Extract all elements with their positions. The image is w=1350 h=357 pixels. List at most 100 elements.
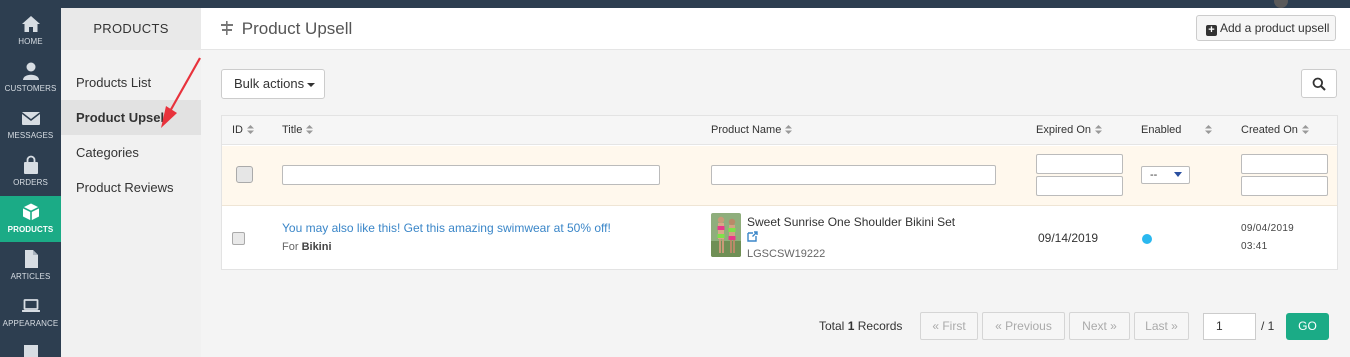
add-product-upsell-button[interactable]: + Add a product upsell (1196, 15, 1336, 41)
column-header-product-name[interactable]: Product Name (711, 124, 793, 136)
sub-nav-item-categories[interactable]: Categories (61, 135, 201, 170)
search-icon (1312, 77, 1326, 91)
column-header-enabled[interactable]: Enabled (1141, 124, 1213, 136)
page-number-input[interactable]: 1 (1203, 313, 1256, 340)
sub-nav-header: PRODUCTS (61, 8, 201, 50)
user-icon (22, 62, 39, 80)
nav-item-label: MESSAGES (7, 131, 54, 140)
column-label: ID (232, 124, 243, 136)
nav-item-customers[interactable]: CUSTOMERS (0, 55, 61, 101)
created-on-date: 09/04/2019 (1241, 223, 1295, 234)
bulk-actions-label: Bulk actions (234, 76, 305, 91)
upsell-table: ID Title Product Name Expired On Enabled… (221, 115, 1338, 270)
previous-page-button[interactable]: « Previous (982, 312, 1065, 340)
product-sku: LGSCSW19222 (747, 248, 826, 260)
total-prefix: Total (819, 319, 845, 333)
file-icon (24, 250, 38, 268)
column-label: Expired On (1036, 124, 1092, 136)
sub-nav-item-products-list[interactable]: Products List (61, 65, 201, 100)
column-label: Title (282, 124, 303, 136)
laptop-icon (21, 299, 40, 312)
enabled-status-dot[interactable] (1142, 234, 1152, 244)
main-nav: HOME CUSTOMERS MESSAGES ORDERS PRODUCTS … (0, 8, 67, 357)
for-value: Bikini (301, 241, 332, 253)
avatar[interactable] (1274, 0, 1288, 8)
sub-nav-item-product-reviews[interactable]: Product Reviews (61, 170, 201, 205)
top-bar (0, 0, 1350, 8)
column-header-id[interactable]: ID (232, 124, 254, 136)
go-button[interactable]: GO (1286, 313, 1329, 340)
nav-item-label: HOME (18, 37, 43, 46)
expired-from-filter-input[interactable] (1036, 154, 1123, 174)
expired-on-value: 09/14/2019 (1038, 231, 1099, 245)
nav-item-appearance[interactable]: APPEARANCE (0, 290, 61, 336)
main-content: Product Upsell + Add a product upsell Bul… (201, 8, 1350, 357)
caret-down-icon (307, 83, 316, 87)
page-title: Product Upsell (221, 19, 352, 39)
column-label: Created On (1241, 124, 1298, 136)
page-title-text: Product Upsell (241, 19, 353, 38)
created-from-filter-input[interactable] (1241, 154, 1328, 174)
nav-item-label: ARTICLES (10, 272, 51, 281)
external-link-icon[interactable] (747, 231, 758, 242)
cube-icon (22, 203, 39, 221)
nav-item-messages[interactable]: MESSAGES (0, 102, 61, 148)
nav-item-label: APPEARANCE (2, 319, 59, 328)
column-header-title[interactable]: Title (282, 124, 314, 136)
add-product-upsell-label: Add a product upsell (1220, 21, 1330, 35)
created-on-time: 03:41 (1241, 241, 1268, 252)
column-label: Enabled (1141, 124, 1182, 136)
enabled-filter-select[interactable]: -- (1141, 166, 1190, 184)
settings-icon (23, 345, 38, 357)
home-icon (21, 16, 40, 32)
product-name-filter-input[interactable] (711, 165, 996, 185)
upsell-title-link[interactable]: You may also like this! Get this amazing… (282, 221, 611, 235)
nav-item-orders[interactable]: ORDERS (0, 149, 61, 195)
sub-nav: PRODUCTS Products List Product Upsell Ca… (61, 8, 201, 357)
table-row: You may also like this! Get this amazing… (222, 207, 1337, 269)
nav-item-articles[interactable]: ARTICLES (0, 243, 61, 289)
sort-icon (247, 125, 254, 134)
nav-item-products[interactable]: PRODUCTS (0, 196, 67, 242)
last-page-button[interactable]: Last » (1134, 312, 1189, 340)
nav-item-label: ORDERS (13, 178, 48, 187)
for-prefix: For (282, 241, 299, 253)
plus-square-icon: + (1206, 25, 1217, 36)
product-name: Sweet Sunrise One Shoulder Bikini Set (747, 215, 956, 229)
total-suffix: Records (857, 319, 903, 333)
sort-icon (1301, 125, 1309, 134)
title-filter-input[interactable] (282, 165, 660, 185)
upsell-for-label: For Bikini (282, 241, 332, 253)
column-label: Product Name (711, 124, 782, 136)
signpost-icon (221, 21, 233, 35)
row-checkbox[interactable] (232, 232, 245, 245)
first-page-button[interactable]: « First (920, 312, 978, 340)
product-image (711, 213, 741, 257)
next-page-button[interactable]: Next » (1069, 312, 1130, 340)
shopping-bag-icon (23, 155, 38, 174)
nav-item-home[interactable]: HOME (0, 8, 61, 54)
chevron-down-icon (1174, 172, 1182, 177)
enabled-filter-value: -- (1150, 169, 1158, 181)
search-button[interactable] (1301, 69, 1337, 98)
sub-nav-item-product-upsell[interactable]: Product Upsell (61, 100, 201, 135)
created-to-filter-input[interactable] (1241, 176, 1328, 196)
sort-icon (785, 125, 793, 134)
sort-icon (1095, 125, 1103, 134)
envelope-icon (21, 112, 40, 125)
total-records: Total 1 Records (819, 319, 902, 333)
page-total: / 1 (1261, 319, 1275, 333)
product-thumbnail[interactable] (711, 213, 741, 257)
expired-to-filter-input[interactable] (1036, 176, 1123, 196)
page-header: Product Upsell + Add a product upsell (201, 8, 1350, 50)
column-header-expired-on[interactable]: Expired On (1036, 124, 1103, 136)
total-count: 1 (847, 319, 855, 333)
nav-item-more[interactable] (0, 337, 61, 357)
table-header: ID Title Product Name Expired On Enabled… (222, 116, 1337, 145)
sort-icon (1205, 125, 1213, 134)
filter-row: -- (222, 146, 1337, 206)
bulk-actions-button[interactable]: Bulk actions (221, 69, 325, 99)
nav-item-label: PRODUCTS (7, 225, 54, 234)
column-header-created-on[interactable]: Created On (1241, 124, 1309, 136)
select-all-checkbox[interactable] (236, 166, 253, 183)
